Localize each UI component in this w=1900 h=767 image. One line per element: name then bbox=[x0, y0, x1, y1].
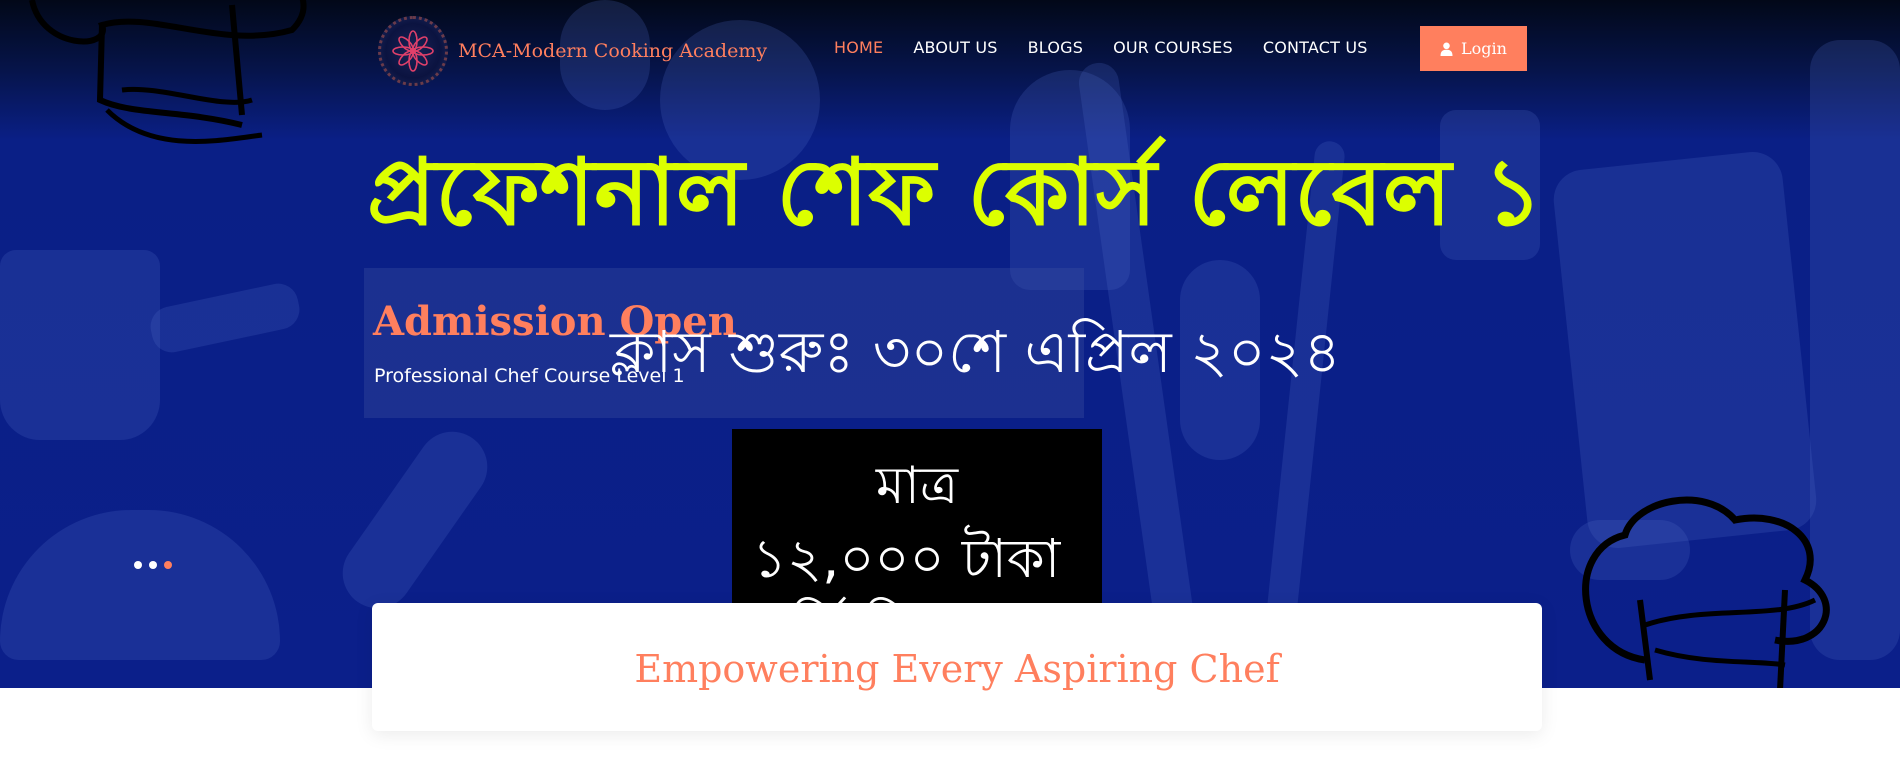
intro-card-title: Empowering Every Aspiring Chef bbox=[634, 647, 1280, 691]
login-button[interactable]: Login bbox=[1420, 26, 1527, 71]
slider-dots bbox=[134, 561, 172, 569]
nav-link-contact-us[interactable]: CONTACT US bbox=[1263, 38, 1368, 57]
hero-title: প্রফেশনাল শেফ কোর্স লেবেল ১ bbox=[366, 139, 1543, 246]
nav-item-about-us: ABOUT US bbox=[913, 38, 997, 58]
bowl-silhouette bbox=[0, 510, 280, 660]
nav-link-about-us[interactable]: ABOUT US bbox=[913, 38, 997, 57]
slider-dot[interactable] bbox=[149, 561, 157, 569]
login-label: Login bbox=[1461, 39, 1507, 58]
chef-hat-icon bbox=[1582, 496, 1830, 688]
pan-handle-silhouette bbox=[146, 279, 304, 357]
nav-link-our-courses[interactable]: OUR COURSES bbox=[1113, 38, 1233, 57]
hero-banner: MCA-Modern Cooking Academy HOME ABOUT US… bbox=[0, 0, 1900, 688]
intro-card: Empowering Every Aspiring Chef bbox=[372, 603, 1542, 731]
user-icon bbox=[1440, 42, 1453, 56]
spoon-silhouette bbox=[328, 418, 502, 622]
slider-dot[interactable] bbox=[134, 561, 142, 569]
logo-text: MCA-Modern Cooking Academy bbox=[458, 40, 768, 62]
class-start-date: ক্লাস শুরুঃ ৩০শে এপ্রিল ২০২৪ bbox=[610, 318, 1341, 386]
pot-silhouette bbox=[0, 250, 160, 440]
nav-item-our-courses: OUR COURSES bbox=[1113, 38, 1233, 58]
chef-hat-icon bbox=[29, 0, 307, 144]
nav-item-contact-us: CONTACT US bbox=[1263, 38, 1368, 58]
logo-link[interactable]: MCA-Modern Cooking Academy bbox=[378, 16, 767, 86]
price-box: মাত্র ১২,০০০ টাকা ভর্তি ফি সহ bbox=[732, 429, 1102, 629]
slider-dot-active[interactable] bbox=[164, 561, 172, 569]
nav-link-blogs[interactable]: BLOGS bbox=[1028, 38, 1083, 57]
nav-item-blogs: BLOGS bbox=[1028, 38, 1083, 58]
nav-link-home[interactable]: HOME bbox=[834, 38, 883, 57]
nav-item-home: HOME bbox=[834, 38, 883, 58]
logo-icon bbox=[378, 16, 448, 86]
main-nav: HOME ABOUT US BLOGS OUR COURSES CONTACT … bbox=[834, 38, 1368, 58]
